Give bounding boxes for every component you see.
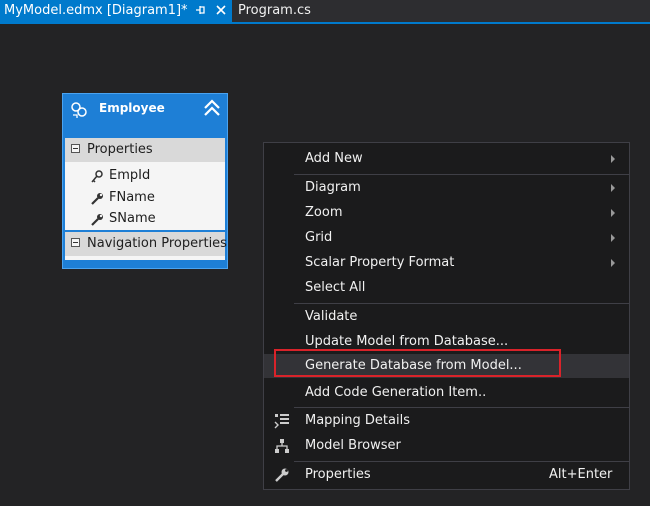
menu-item-label: Add Code Generation Item..	[305, 385, 487, 400]
wrench-icon	[90, 212, 104, 226]
tab-label: MyModel.edmx [Diagram1]*	[4, 3, 188, 18]
menu-item-diagram[interactable]: Diagram	[264, 176, 629, 200]
tab-program-cs[interactable]: Program.cs	[232, 0, 342, 22]
menu-separator	[294, 461, 629, 462]
menu-separator	[294, 407, 629, 408]
menu-item-label: Grid	[305, 230, 333, 245]
wrench-icon	[90, 191, 104, 205]
property-row[interactable]: SName	[65, 209, 225, 230]
menu-item-label: Select All	[305, 280, 366, 295]
collapse-toggle-icon[interactable]	[71, 238, 80, 247]
menu-item-select-all[interactable]: Select All	[264, 276, 629, 300]
pin-icon[interactable]	[194, 2, 208, 18]
menu-item-label: Update Model from Database...	[305, 334, 509, 349]
property-row[interactable]: FName	[65, 188, 225, 209]
properties-section-header[interactable]: Properties	[65, 138, 225, 162]
property-name: EmpId	[109, 168, 151, 183]
wrench-icon	[274, 467, 290, 483]
property-row[interactable]: EmpId	[65, 166, 225, 187]
menu-item-shortcut: Alt+Enter	[549, 467, 613, 482]
context-menu: Add New Diagram Zoom Grid Scalar Propert…	[263, 142, 630, 490]
menu-item-mapping-details[interactable]: Mapping Details	[264, 409, 629, 433]
highlight-annotation-box	[274, 349, 561, 377]
section-label: Properties	[87, 142, 153, 157]
key-icon	[90, 169, 104, 183]
collapse-toggle-icon[interactable]	[71, 144, 80, 153]
menu-item-label: Model Browser	[305, 438, 401, 453]
submenu-arrow-icon	[611, 209, 615, 217]
mapping-details-icon	[274, 413, 290, 429]
document-tab-bar: MyModel.edmx [Diagram1]* Program.cs	[0, 0, 650, 22]
menu-item-scalar-property-format[interactable]: Scalar Property Format	[264, 251, 629, 275]
menu-item-label: Add New	[305, 151, 363, 166]
entity-title: Employee	[99, 101, 165, 115]
menu-item-label: Scalar Property Format	[305, 255, 455, 270]
menu-item-grid[interactable]: Grid	[264, 226, 629, 250]
property-name: SName	[109, 211, 156, 226]
close-icon[interactable]	[214, 2, 228, 18]
menu-item-label: Mapping Details	[305, 413, 410, 428]
submenu-arrow-icon	[611, 184, 615, 192]
entity-employee[interactable]: Employee Properties EmpId FName SName Na…	[62, 93, 228, 269]
submenu-arrow-icon	[611, 234, 615, 242]
section-label: Navigation Properties	[87, 236, 227, 251]
property-name: FName	[109, 190, 155, 205]
entity-header[interactable]: Employee	[63, 94, 227, 132]
model-browser-icon	[274, 438, 290, 454]
submenu-arrow-icon	[611, 155, 615, 163]
menu-item-zoom[interactable]: Zoom	[264, 201, 629, 225]
menu-item-model-browser[interactable]: Model Browser	[264, 434, 629, 458]
menu-item-validate[interactable]: Validate	[264, 305, 629, 329]
menu-item-add-new[interactable]: Add New	[264, 147, 629, 171]
menu-item-label: Properties	[305, 467, 371, 482]
menu-separator	[294, 174, 629, 175]
menu-separator	[294, 303, 629, 304]
double-chevron-up-icon[interactable]	[202, 99, 222, 119]
submenu-arrow-icon	[611, 259, 615, 267]
menu-item-properties[interactable]: Properties Alt+Enter	[264, 463, 629, 487]
menu-item-add-code-generation[interactable]: Add Code Generation Item..	[264, 381, 629, 405]
menu-item-label: Validate	[305, 309, 358, 324]
tab-mymodel-edmx[interactable]: MyModel.edmx [Diagram1]*	[0, 0, 232, 22]
entity-body: Properties EmpId FName SName Navigation …	[65, 138, 227, 260]
navigation-properties-section-header[interactable]: Navigation Properties	[65, 232, 227, 256]
tab-label: Program.cs	[238, 3, 311, 18]
entity-icon	[69, 100, 89, 120]
menu-item-label: Diagram	[305, 180, 361, 195]
menu-item-label: Zoom	[305, 205, 343, 220]
